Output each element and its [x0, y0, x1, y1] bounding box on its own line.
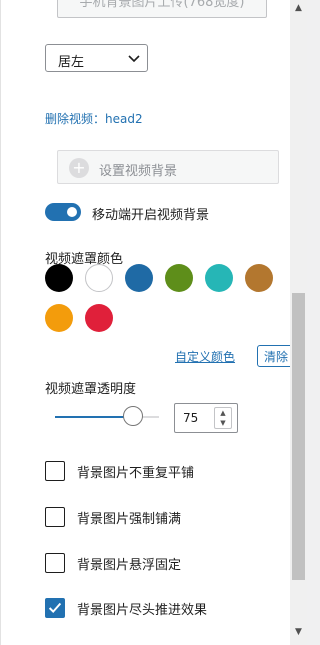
opacity-stepper[interactable]: ▲ ▼ [214, 407, 232, 429]
scrollbar[interactable]: ▲ ▼ [290, 0, 307, 645]
color-swatch[interactable] [125, 264, 153, 292]
color-swatch[interactable] [205, 264, 233, 292]
mobile-video-toggle-label: 移动端开启视频背景 [92, 208, 210, 223]
delete-video-link[interactable]: 删除视频：head2 [45, 110, 143, 127]
color-swatch[interactable] [85, 264, 113, 292]
option-no-repeat-label: 背景图片不重复平铺 [77, 466, 195, 481]
plus-icon: + [69, 158, 89, 178]
scroll-up-icon[interactable]: ▲ [290, 0, 307, 17]
color-swatch[interactable] [85, 304, 113, 332]
stepper-down-icon[interactable]: ▼ [215, 418, 231, 428]
opacity-number-input[interactable]: 75 ▲ ▼ [174, 403, 238, 433]
custom-color-link[interactable]: 自定义颜色 [175, 348, 235, 365]
opacity-slider-track[interactable] [55, 416, 159, 418]
toggle-knob [67, 207, 77, 217]
option-cover-label: 背景图片强制铺满 [77, 512, 182, 527]
set-video-background-button[interactable]: + 设置视频背景 [57, 150, 279, 184]
option-fixed-label: 背景图片悬浮固定 [77, 558, 182, 573]
scrollbar-thumb[interactable] [292, 293, 305, 580]
scroll-down-icon[interactable]: ▼ [290, 624, 307, 641]
color-swatch[interactable] [245, 264, 273, 292]
checkbox-fixed[interactable] [45, 553, 65, 573]
chevron-down-icon [128, 55, 140, 63]
settings-panel: 手机背景图片上传(768宽度) 居左 删除视频：head2 + 设置视频背景 移… [0, 0, 293, 645]
checkbox-parallax[interactable] [45, 598, 65, 618]
opacity-slider-handle[interactable] [123, 406, 143, 426]
checkbox-cover[interactable] [45, 507, 65, 527]
mobile-video-toggle[interactable] [45, 203, 81, 221]
opacity-slider-fill [55, 416, 133, 418]
stepper-up-icon[interactable]: ▲ [215, 408, 231, 418]
opacity-value: 75 [183, 411, 199, 425]
checkbox-no-repeat[interactable] [45, 461, 65, 481]
set-video-background-label: 设置视频背景 [99, 164, 178, 179]
checkmark-icon [48, 602, 62, 614]
overlay-opacity-label: 视频遮罩透明度 [45, 382, 137, 397]
color-swatch[interactable] [45, 264, 73, 292]
align-select-value: 居左 [58, 55, 85, 70]
color-swatch[interactable] [165, 264, 193, 292]
clear-color-button[interactable]: 清除 [257, 345, 293, 367]
option-parallax-label: 背景图片尽头推进效果 [77, 603, 208, 618]
color-swatch[interactable] [45, 304, 73, 332]
mobile-bg-upload-button[interactable]: 手机背景图片上传(768宽度) [57, 0, 267, 18]
align-select[interactable]: 居左 [45, 44, 148, 72]
